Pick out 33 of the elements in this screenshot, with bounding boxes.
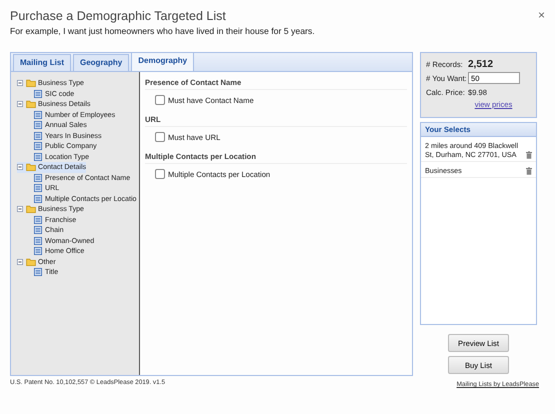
folder-icon — [26, 163, 36, 172]
list-icon — [34, 110, 42, 119]
list-icon — [34, 268, 42, 276]
list-icon — [34, 121, 42, 130]
collapse-icon — [17, 101, 23, 108]
dialog-title: Purchase a Demographic Targeted List — [10, 9, 227, 23]
folder-icon — [26, 79, 36, 88]
trash-icon[interactable] — [526, 151, 532, 159]
list-icon — [34, 152, 42, 161]
collapse-icon — [17, 164, 23, 170]
tab[interactable]: Mailing List — [13, 54, 71, 71]
list-icon — [34, 90, 42, 98]
list-icon — [34, 247, 42, 256]
close-button[interactable]: × — [538, 8, 545, 22]
list-icon — [34, 236, 42, 245]
trash-icon[interactable] — [526, 167, 532, 175]
list-icon — [34, 184, 42, 192]
dialog-subtitle: For example, I want just homeowners who have lived in their house for 5 years. — [10, 26, 315, 36]
list-icon — [34, 226, 42, 234]
folder-icon — [26, 205, 36, 214]
tab[interactable]: Geography — [73, 54, 130, 71]
collapse-icon — [17, 206, 23, 212]
records-count: 2,512 — [468, 58, 494, 70]
folder-icon — [26, 100, 36, 108]
list-icon — [34, 132, 42, 140]
tab[interactable]: Demography — [131, 52, 194, 71]
collapse-icon — [17, 80, 23, 86]
list-icon — [34, 194, 42, 203]
list-icon — [34, 216, 42, 224]
list-icon — [34, 174, 42, 182]
collapse-icon — [17, 258, 23, 265]
folder-icon — [26, 258, 36, 266]
list-icon — [34, 142, 42, 150]
